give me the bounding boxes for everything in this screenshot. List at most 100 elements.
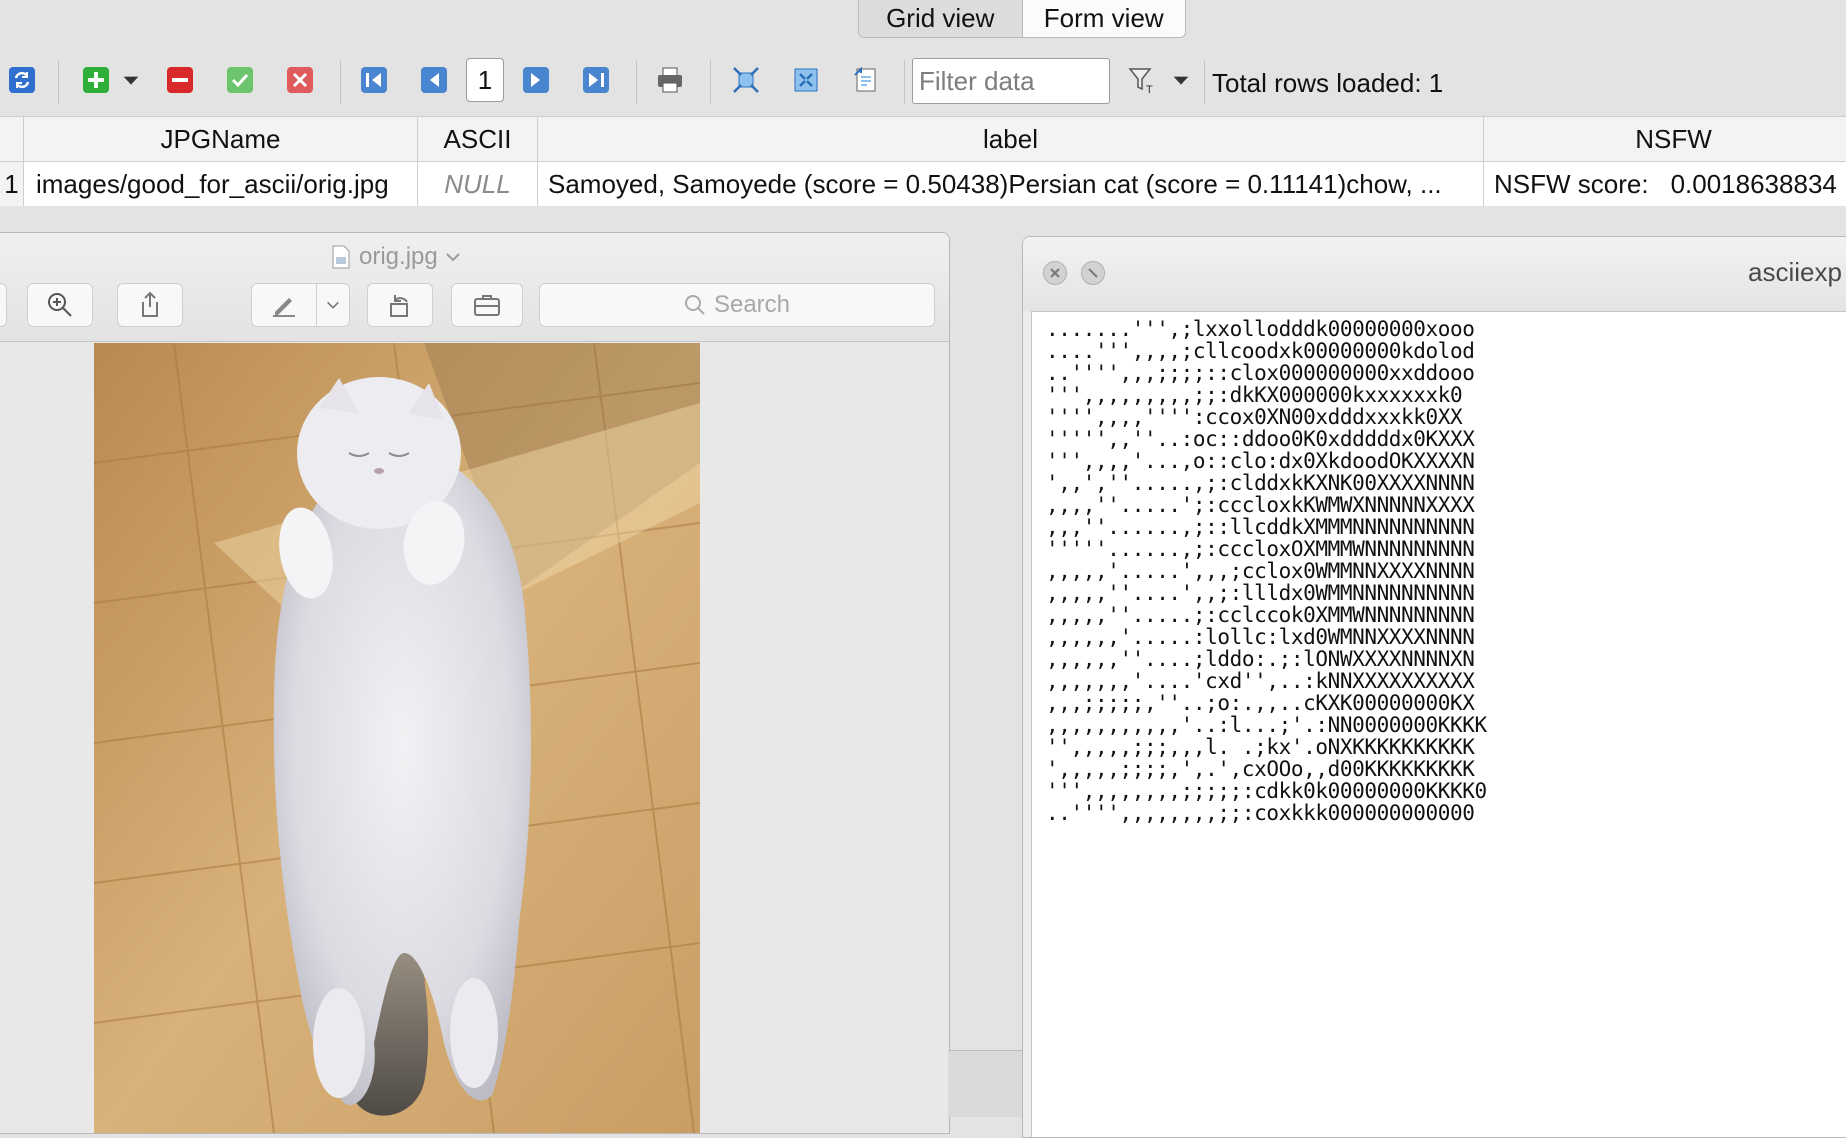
commit-icon — [227, 67, 253, 93]
ascii-line: ,,,,,,'.....:lollc:lxd0WMNNXXXXNNNN — [1046, 625, 1475, 649]
filter-data-input[interactable] — [912, 58, 1110, 104]
dropdown-arrow-icon — [1173, 76, 1189, 85]
tab-grid-view[interactable]: Grid view — [859, 0, 1023, 37]
prev-page-icon — [421, 67, 447, 93]
sidebar-button[interactable] — [0, 283, 7, 327]
filter-icon: T — [1128, 68, 1153, 95]
svg-text:T: T — [1146, 84, 1153, 95]
rotate-icon — [390, 295, 408, 317]
ascii-line: ,,,;;;;;,''..;o:.,,..cKXK00000000KX — [1046, 691, 1475, 715]
next-page-button[interactable] — [518, 62, 554, 98]
delete-icon — [167, 67, 193, 93]
collapse-icon — [794, 68, 818, 92]
delete-row-button[interactable] — [162, 62, 198, 98]
rollback-button[interactable] — [282, 62, 318, 98]
row-header-corner — [0, 116, 24, 162]
markup-dropdown[interactable] — [316, 283, 350, 327]
expand-icon — [733, 67, 759, 93]
zoom-button[interactable] — [27, 283, 93, 327]
ascii-line: ''',,,,'...,o::clo:dx0XkdoodOKXXXXN — [1046, 449, 1475, 473]
ascii-line: ....''',,,,;cllcoodxk00000000kdolod — [1046, 339, 1475, 363]
preview-title[interactable]: orig.jpg — [331, 243, 460, 271]
document-icon — [332, 245, 350, 269]
data-toolbar: 1 T Total rows loaded: 1 — [0, 40, 1846, 116]
print-icon — [658, 67, 682, 93]
nsfw-score-value: 0.0018638834 — [1670, 168, 1837, 199]
expand-rows-button[interactable] — [728, 62, 764, 98]
data-grid: JPGName ASCII label NSFW 1 images/good_f… — [0, 116, 1846, 206]
pen-icon — [273, 298, 295, 317]
last-page-button[interactable] — [578, 62, 614, 98]
column-header-jpgname[interactable]: JPGName — [24, 116, 418, 162]
ascii-text-area[interactable]: .......''',;lxxollodddk00000000xooo ....… — [1031, 311, 1846, 1137]
preview-toolbar: orig.jpg Search — [0, 233, 949, 342]
last-page-icon — [583, 67, 609, 93]
minimize-icon — [1088, 268, 1098, 278]
export-icon — [854, 66, 876, 92]
markup-button[interactable] — [251, 283, 317, 327]
filter-button[interactable]: T — [1124, 62, 1160, 98]
ascii-line: ,,,,,,,'....'cxd'',..:kNNXXXXXXXXXX — [1046, 669, 1475, 693]
export-button[interactable] — [848, 62, 884, 98]
zoom-in-icon — [48, 293, 72, 317]
add-row-button[interactable] — [78, 62, 114, 98]
preview-search-field[interactable]: Search — [539, 283, 935, 327]
add-row-dropdown[interactable] — [120, 62, 142, 98]
cell-ascii-null[interactable]: NULL — [418, 162, 538, 206]
collapse-rows-button[interactable] — [788, 62, 824, 98]
ascii-line: ',,,,,;;;;,',.',cxOOo,,d00KKKKKKKKK — [1046, 757, 1475, 781]
window-minimize-button[interactable] — [1081, 261, 1105, 285]
background-strip — [948, 1050, 1022, 1117]
ascii-line: ',,',''.....,;:clddxkKXNK00XXXXNNNN — [1046, 471, 1475, 495]
cell-nsfw[interactable]: NSFW score: 0.0018638834 — [1484, 162, 1846, 206]
page-number-field[interactable]: 1 — [466, 58, 504, 102]
total-rows-status: Total rows loaded: 1 — [1212, 68, 1444, 98]
toolbox-button[interactable] — [451, 283, 523, 327]
rotate-button[interactable] — [367, 283, 433, 327]
ascii-line: ''',,,,,,,,,;;:dkKX000000kxxxxxxk0 — [1046, 383, 1463, 407]
cat-image — [94, 343, 700, 1133]
column-header-nsfw[interactable]: NSFW — [1484, 116, 1846, 162]
ascii-line: '''',,,,'''':ccox0XN00xdddxxxkk0XX — [1046, 405, 1463, 429]
row-number[interactable]: 1 — [0, 162, 24, 206]
refresh-icon — [9, 67, 35, 93]
cat-photo — [94, 343, 700, 1133]
refresh-button[interactable] — [4, 62, 40, 98]
window-close-button[interactable] — [1043, 261, 1067, 285]
prev-page-button[interactable] — [416, 62, 452, 98]
ascii-line: ''',,,,,,,,;;;;;:cdkk0k00000000KKKK0 — [1046, 779, 1487, 803]
tab-form-view[interactable]: Form view — [1022, 0, 1185, 37]
ascii-line: ,,,,,''.....;:cclccok0XMMWNNNNNNNNN — [1046, 603, 1475, 627]
print-button[interactable] — [652, 62, 688, 98]
ascii-title-bar: asciiexp — [1023, 237, 1846, 311]
dropdown-arrow-icon — [123, 76, 139, 85]
filter-dropdown[interactable] — [1170, 62, 1192, 98]
add-icon — [83, 67, 109, 93]
first-page-icon — [361, 67, 387, 93]
column-header-ascii[interactable]: ASCII — [418, 116, 538, 162]
next-page-icon — [523, 67, 549, 93]
cell-jpgname[interactable]: images/good_for_ascii/orig.jpg — [24, 162, 418, 206]
share-button[interactable] — [117, 283, 183, 327]
toolbox-icon — [474, 295, 500, 316]
ascii-line: .......''',;lxxollodddk00000000xooo — [1046, 317, 1475, 341]
ascii-line: ,,,,''.....';:cccloxkKWMWXNNNNNXXXX — [1046, 493, 1475, 517]
chevron-down-icon — [446, 253, 460, 262]
ascii-line: ,,,,,,,,,,,'..:l...;'.:NN0000000KKKK — [1046, 713, 1487, 737]
first-page-button[interactable] — [356, 62, 392, 98]
preview-filename: orig.jpg — [359, 243, 438, 270]
ascii-art: .......''',;lxxollodddk00000000xooo ....… — [1046, 318, 1487, 824]
ascii-line: ,,,,,'.....',,,;cclox0WMMNNXXXXNNNN — [1046, 559, 1475, 583]
ascii-window-title: asciiexp — [1748, 257, 1842, 287]
nsfw-score-label: NSFW score: — [1494, 168, 1649, 199]
preview-window: orig.jpg Search — [0, 232, 950, 1134]
column-header-label[interactable]: label — [538, 116, 1484, 162]
search-placeholder: Search — [713, 291, 791, 318]
ascii-line: ..'''',,,;;;;::clox000000000xxddooo — [1046, 361, 1475, 385]
ascii-line: ,,,''......,;::llcddkXMMMNNNNNNNNNN — [1046, 515, 1475, 539]
share-icon — [142, 291, 158, 317]
ascii-line: '''''......,;:cccloxOXMMMWNNNNNNNNN — [1046, 537, 1475, 561]
search-icon — [684, 295, 705, 315]
cell-label[interactable]: Samoyed, Samoyede (score = 0.50438)Persi… — [538, 162, 1484, 206]
commit-button[interactable] — [222, 62, 258, 98]
